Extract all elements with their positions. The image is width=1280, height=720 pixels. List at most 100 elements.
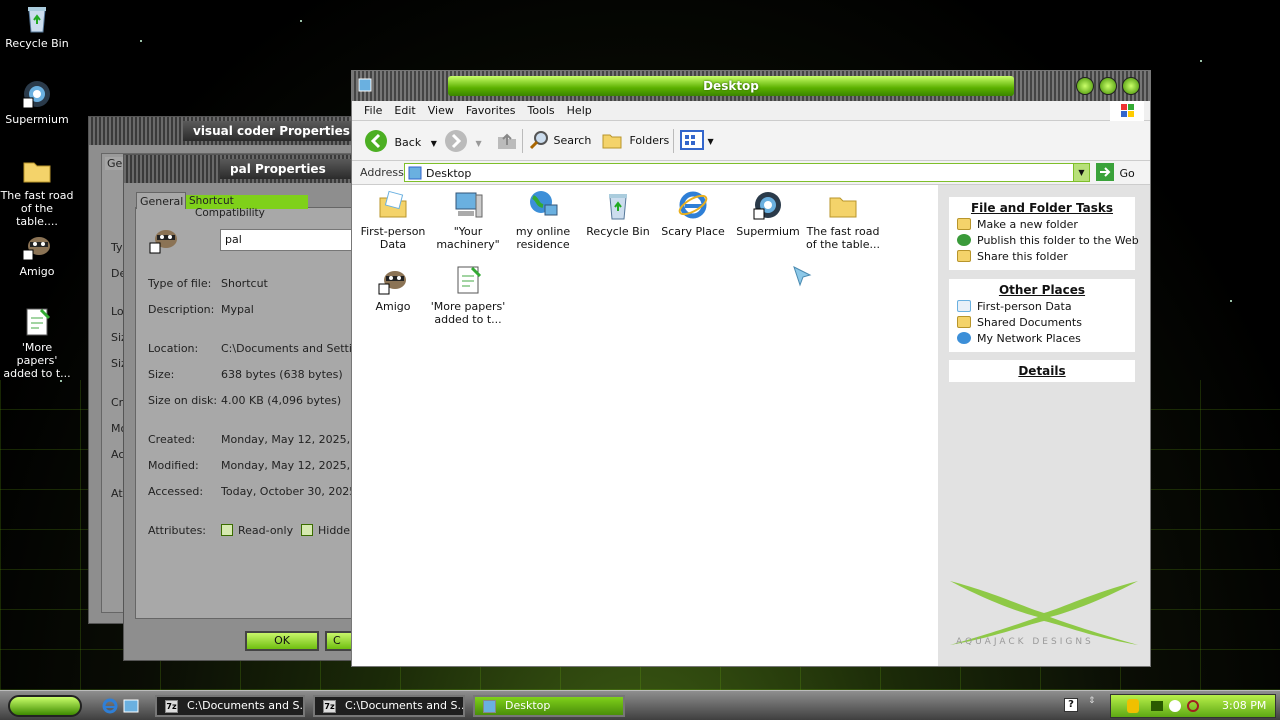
field-label: Location:: [148, 342, 199, 355]
up-folder-button[interactable]: [496, 129, 518, 153]
menu-help[interactable]: Help: [561, 101, 598, 121]
place-label: My Network Places: [977, 332, 1081, 345]
forward-arrow-icon: [445, 130, 467, 152]
folders-icon: [602, 134, 622, 149]
task-make-new-folder[interactable]: Make a new folder: [949, 217, 1135, 233]
close-button[interactable]: [1122, 77, 1140, 95]
desktop-icon-recycle-bin[interactable]: Recycle Bin: [0, 2, 74, 50]
publish-web-icon: [957, 234, 971, 246]
address-input[interactable]: Desktop ▼: [404, 163, 1090, 182]
my-computer-icon: [455, 192, 483, 218]
tray-expand-icon[interactable]: ⇕: [1088, 696, 1096, 706]
go-button[interactable]: Go: [1096, 163, 1142, 182]
desktop-icon-label: Amigo: [19, 265, 55, 278]
place-first-person-data[interactable]: First-person Data: [949, 299, 1135, 315]
menu-edit[interactable]: Edit: [388, 101, 421, 121]
panel-heading[interactable]: Other Places: [949, 279, 1135, 299]
menu-favorites[interactable]: Favorites: [460, 101, 522, 121]
checkbox-box[interactable]: [301, 524, 313, 536]
back-label: Back: [394, 136, 422, 149]
file-item-amigo[interactable]: Amigo: [355, 264, 431, 313]
minimize-button[interactable]: [1076, 77, 1094, 95]
panel-heading[interactable]: File and Folder Tasks: [949, 197, 1135, 217]
shared-folder-icon: [957, 316, 971, 328]
tab-compatibility[interactable]: Compatibility: [195, 207, 265, 219]
raccoon-shortcut-icon: [378, 271, 406, 295]
chevron-down-icon[interactable]: ▼: [431, 139, 437, 148]
field-label: Modified:: [148, 459, 199, 472]
documents-icon: [957, 300, 971, 312]
file-item-scary-place[interactable]: Scary Place: [655, 189, 731, 238]
tab-general[interactable]: General: [136, 192, 186, 209]
up-folder-icon: [498, 133, 516, 149]
field-value: Today, October 30, 2025, 2: [221, 485, 353, 498]
search-button[interactable]: Search: [528, 129, 591, 153]
address-value: Desktop: [426, 167, 472, 180]
chevron-down-icon[interactable]: ▼: [476, 139, 482, 148]
search-tray-icon[interactable]: [1187, 700, 1199, 712]
folders-button[interactable]: Folders: [601, 129, 669, 153]
place-my-network-places[interactable]: My Network Places: [949, 331, 1135, 352]
taskbar-button-label: C:\Documents and S...: [187, 699, 305, 712]
field-value: 4.00 KB (4,096 bytes): [221, 394, 342, 407]
tray-icon[interactable]: [1169, 700, 1181, 712]
file-item-your-machinery[interactable]: "Your machinery": [430, 189, 506, 251]
desktop-icon-label: The fast road of the table....: [0, 189, 74, 228]
clock[interactable]: 3:08 PM: [1222, 699, 1266, 712]
file-item-first-person-data[interactable]: First-person Data: [355, 189, 431, 251]
file-view[interactable]: First-person Data "Your machinery" my on…: [352, 185, 938, 666]
menu-view[interactable]: View: [422, 101, 460, 121]
field-label: Created:: [148, 433, 196, 446]
security-shield-icon[interactable]: [1127, 699, 1139, 713]
file-item-supermium[interactable]: Supermium: [730, 189, 806, 238]
file-item-fast-road-folder[interactable]: The fast road of the table...: [805, 189, 881, 251]
field-label: Lo: [111, 305, 124, 318]
file-folder-tasks-panel: File and Folder Tasks Make a new folder …: [949, 197, 1139, 270]
toolbar-divider: [522, 129, 523, 153]
checkbox-box[interactable]: [221, 524, 233, 536]
desktop-icon-fast-road-folder[interactable]: The fast road of the table....: [0, 154, 74, 228]
place-shared-documents[interactable]: Shared Documents: [949, 315, 1135, 331]
help-icon[interactable]: ?: [1064, 698, 1078, 712]
field-label: Size:: [148, 368, 175, 381]
show-desktop-icon[interactable]: [123, 698, 139, 714]
network-tray-icon[interactable]: [1151, 701, 1163, 711]
menu-tools[interactable]: Tools: [522, 101, 561, 121]
taskbar-button-documents-1[interactable]: 7z C:\Documents and S...: [155, 695, 305, 717]
chevron-down-icon[interactable]: ▼: [708, 137, 714, 146]
start-button[interactable]: [8, 695, 82, 717]
window-title: Desktop: [448, 76, 1014, 96]
forward-button[interactable]: ▼: [444, 129, 482, 153]
taskbar-button-documents-2[interactable]: 7z C:\Documents and S...: [313, 695, 465, 717]
file-item-recycle-bin[interactable]: Recycle Bin: [580, 189, 656, 238]
desktop-icon-more-papers[interactable]: 'More papers' added to t...: [0, 306, 74, 380]
menu-file[interactable]: File: [358, 101, 388, 121]
taskbar-button-desktop[interactable]: Desktop: [473, 695, 625, 717]
panel-heading[interactable]: Details: [949, 360, 1135, 380]
star: [60, 380, 62, 382]
document-edit-icon: [26, 308, 51, 336]
field-value: Monday, May 12, 2025, 5:0: [221, 433, 353, 446]
desktop-icon-amigo[interactable]: Amigo: [0, 230, 74, 278]
task-share-folder[interactable]: Share this folder: [949, 249, 1135, 270]
readonly-checkbox[interactable]: Read-only: [221, 524, 293, 537]
maximize-button[interactable]: [1099, 77, 1117, 95]
menu-bar: File Edit View Favorites Tools Help: [352, 101, 1150, 121]
raccoon-shortcut-icon: [149, 230, 177, 254]
explorer-window[interactable]: Desktop File Edit View Favorites Tools Help B…: [351, 70, 1151, 667]
task-publish-folder[interactable]: Publish this folder to the Web: [949, 233, 1139, 249]
taskbar-button-label: Desktop: [505, 699, 551, 712]
file-item-my-online-residence[interactable]: my online residence: [505, 189, 581, 251]
desktop-icon-supermium[interactable]: Supermium: [0, 78, 74, 126]
pal-properties-dialog[interactable]: pal Properties General Shortcut Compatib…: [123, 154, 360, 661]
ok-button[interactable]: OK: [245, 631, 319, 651]
tab-shortcut[interactable]: Shortcut: [189, 195, 234, 207]
address-dropdown-button[interactable]: ▼: [1073, 164, 1089, 181]
back-button[interactable]: Back ▼: [364, 129, 437, 153]
file-label: "Your machinery": [436, 225, 500, 251]
star: [1230, 300, 1232, 302]
views-button[interactable]: ▼: [680, 129, 714, 153]
internet-explorer-icon[interactable]: [102, 698, 118, 714]
name-input[interactable]: pal: [220, 229, 360, 251]
file-item-more-papers[interactable]: 'More papers' added to t...: [430, 264, 506, 326]
